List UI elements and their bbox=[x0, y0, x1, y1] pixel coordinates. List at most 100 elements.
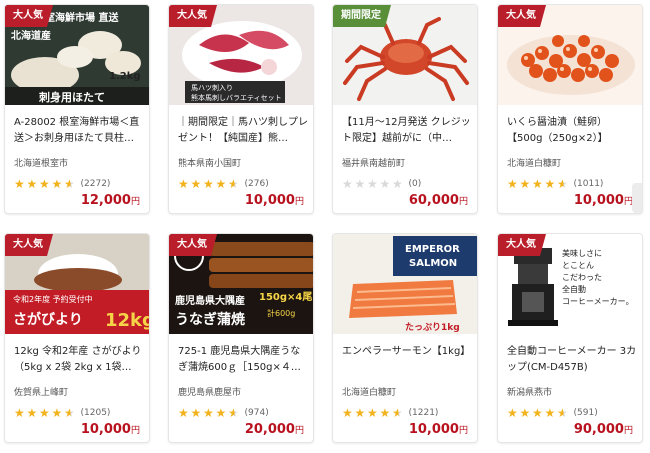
price-amount: 10,000 bbox=[408, 422, 459, 437]
image-text-set: 熊本馬刺しバラエティセット bbox=[191, 93, 282, 102]
half-star-icon: ★ bbox=[557, 406, 568, 420]
star-icon: ★ bbox=[507, 177, 518, 191]
star-icon: ★ bbox=[392, 177, 403, 191]
product-title[interactable]: ｜期間限定｜馬ハツ刺しプレゼント！【純国産】熊… bbox=[178, 115, 308, 147]
product-price: 60,000円 bbox=[409, 193, 468, 208]
star-icon: ★ bbox=[507, 406, 518, 420]
product-title[interactable]: 【11月～12月発送 クレジット限定】越前がに（中… bbox=[342, 115, 472, 147]
product-title[interactable]: 12kg 令和2年産 さがびより（5kg x 2袋 2kg x 1袋… bbox=[14, 344, 144, 376]
image-text-weight: 12kg bbox=[105, 310, 150, 331]
price-amount: 12,000 bbox=[80, 193, 131, 208]
star-icon: ★ bbox=[379, 406, 391, 420]
image-text-line1: 美味しさに bbox=[562, 248, 602, 258]
star-icon: ★ bbox=[379, 177, 391, 191]
product-card-salmon[interactable]: EMPEROR SALMON たっぷり1kg エンペラーサーモン【1kg】 北海… bbox=[332, 233, 478, 443]
product-municipality: 北海道白糠町 bbox=[507, 159, 562, 169]
review-count: (276) bbox=[244, 179, 269, 189]
star-icon: ★ bbox=[215, 177, 227, 191]
product-title[interactable]: 全自動コーヒーメーカー 3カップ(CM-D457B) bbox=[507, 344, 637, 376]
image-text-product: うなぎ蒲焼 bbox=[175, 311, 245, 328]
product-municipality: 熊本県南小国町 bbox=[178, 159, 242, 169]
product-price: 10,000円 bbox=[245, 193, 304, 208]
price-amount: 10,000 bbox=[244, 193, 295, 208]
product-image-salmon[interactable]: EMPEROR SALMON たっぷり1kg bbox=[333, 234, 477, 334]
product-title[interactable]: 725-1 鹿児島県大隅産うなぎ蒲焼600ｇ［150g×４… bbox=[178, 344, 308, 376]
image-text-line2: とことん bbox=[562, 261, 594, 270]
review-count: (0) bbox=[408, 179, 422, 189]
star-icon: ★ bbox=[26, 406, 38, 420]
image-text-preorder: 令和2年度 予約受付中 bbox=[13, 294, 93, 304]
review-count: (1221) bbox=[408, 408, 439, 418]
product-price: 10,000円 bbox=[81, 422, 140, 437]
price-unit: 円 bbox=[623, 426, 633, 436]
price-amount: 20,000 bbox=[244, 422, 295, 437]
image-text-total: 計600g bbox=[267, 308, 295, 318]
half-star-icon: ★ bbox=[64, 406, 75, 420]
product-title[interactable]: A-28002 根室海鮮市場＜直送＞お刺身用ほたて貝柱… bbox=[14, 115, 144, 147]
product-title[interactable]: エンペラーサーモン【1kg】 bbox=[342, 344, 472, 376]
star-rating: ★ ★ ★ ★ ★ bbox=[178, 407, 241, 419]
product-card-basashi[interactable]: 馬ハツ刺入り 熊本馬刺しバラエティセット 大人気 ｜期間限定｜馬ハツ刺しプレゼン… bbox=[168, 4, 314, 214]
product-price: 10,000円 bbox=[574, 193, 633, 208]
product-card-rice[interactable]: 令和2年度 予約受付中 さがびより 12kg 大人気 12kg 令和2年産 さが… bbox=[4, 233, 150, 443]
star-icon: ★ bbox=[544, 406, 556, 420]
price-unit: 円 bbox=[130, 426, 140, 436]
rating: ★ ★ ★ ★ ★ (974) bbox=[178, 406, 269, 420]
product-card-scallops[interactable]: 根室海鮮市場 直送 北海道産 1.2kg 刺身用ほたて 大人気 A-28002 … bbox=[4, 4, 150, 214]
review-count: (2272) bbox=[80, 179, 111, 189]
price-unit: 円 bbox=[458, 426, 468, 436]
image-text-origin: 鹿児島県大隅産 bbox=[175, 294, 245, 307]
product-municipality: 佐賀県上峰町 bbox=[14, 388, 69, 398]
product-card-coffee-maker[interactable]: 美味しさに とことん こだわった 全自動 コーヒーメーカー。 大人気 全自動コー… bbox=[497, 233, 643, 443]
half-star-icon: ★ bbox=[557, 177, 568, 191]
product-card-ikura[interactable]: 大人気 いくら醤油漬（鮭卵）【500g（250g×2）】 北海道白糠町 ★ ★ ★ ★… bbox=[497, 4, 643, 214]
review-count: (591) bbox=[573, 408, 598, 418]
star-rating: ★ ★ ★ ★ ★ bbox=[507, 178, 570, 190]
half-star-icon: ★ bbox=[228, 177, 239, 191]
star-icon: ★ bbox=[342, 177, 353, 191]
image-text-origin: 北海道産 bbox=[11, 29, 51, 42]
price-amount: 90,000 bbox=[573, 422, 624, 437]
star-rating: ★ ★ ★ ★ ★ bbox=[14, 178, 77, 190]
star-rating: ★ ★ ★ ★ ★ bbox=[342, 407, 405, 419]
star-icon: ★ bbox=[14, 177, 25, 191]
rating: ★ ★ ★ ★ ★ (276) bbox=[178, 177, 269, 191]
star-icon: ★ bbox=[203, 406, 214, 420]
product-price: 20,000円 bbox=[245, 422, 304, 437]
product-municipality: 鹿児島県鹿屋市 bbox=[178, 388, 242, 398]
star-icon: ★ bbox=[342, 406, 353, 420]
product-title[interactable]: いくら醤油漬（鮭卵）【500g（250g×2）】 bbox=[507, 115, 637, 147]
star-icon: ★ bbox=[544, 177, 556, 191]
star-icon: ★ bbox=[178, 406, 189, 420]
product-card-crab[interactable]: 期間限定 【11月～12月発送 クレジット限定】越前がに（中… 福井県南越前町 … bbox=[332, 4, 478, 214]
star-icon: ★ bbox=[178, 177, 189, 191]
product-municipality: 北海道白糠町 bbox=[342, 388, 397, 398]
price-unit: 円 bbox=[294, 197, 304, 207]
review-count: (974) bbox=[244, 408, 269, 418]
popular-badge: 大人気 bbox=[5, 234, 53, 256]
image-text-line5: コーヒーメーカー。 bbox=[562, 297, 634, 306]
scroll-handle[interactable] bbox=[632, 183, 642, 213]
star-icon: ★ bbox=[39, 177, 50, 191]
price-unit: 円 bbox=[458, 197, 468, 207]
product-card-unagi[interactable]: 鹿児島県大隅産 うなぎ蒲焼 150g×4尾 計600g 大人気 725-1 鹿児… bbox=[168, 233, 314, 443]
star-icon: ★ bbox=[14, 406, 25, 420]
star-icon: ★ bbox=[190, 406, 202, 420]
price-amount: 10,000 bbox=[573, 193, 624, 208]
limited-time-badge: 期間限定 bbox=[333, 5, 391, 27]
star-rating: ★ ★ ★ ★ ★ bbox=[14, 407, 77, 419]
image-text-weight: 1.2kg bbox=[109, 71, 141, 82]
star-rating: ★ ★ ★ ★ ★ bbox=[342, 178, 405, 190]
star-icon: ★ bbox=[532, 406, 543, 420]
star-icon: ★ bbox=[215, 406, 227, 420]
product-municipality: 新潟県燕市 bbox=[507, 388, 553, 398]
popular-badge: 大人気 bbox=[169, 234, 217, 256]
rating: ★ ★ ★ ★ ★ (1205) bbox=[14, 406, 110, 420]
image-text-amount: たっぷり1kg bbox=[405, 322, 460, 333]
star-icon: ★ bbox=[26, 177, 38, 191]
price-amount: 10,000 bbox=[80, 422, 131, 437]
image-text-portion: 150g×4尾 bbox=[259, 291, 312, 303]
image-text-emperor: EMPEROR bbox=[405, 244, 460, 255]
price-unit: 円 bbox=[294, 426, 304, 436]
popular-badge: 大人気 bbox=[5, 5, 53, 27]
